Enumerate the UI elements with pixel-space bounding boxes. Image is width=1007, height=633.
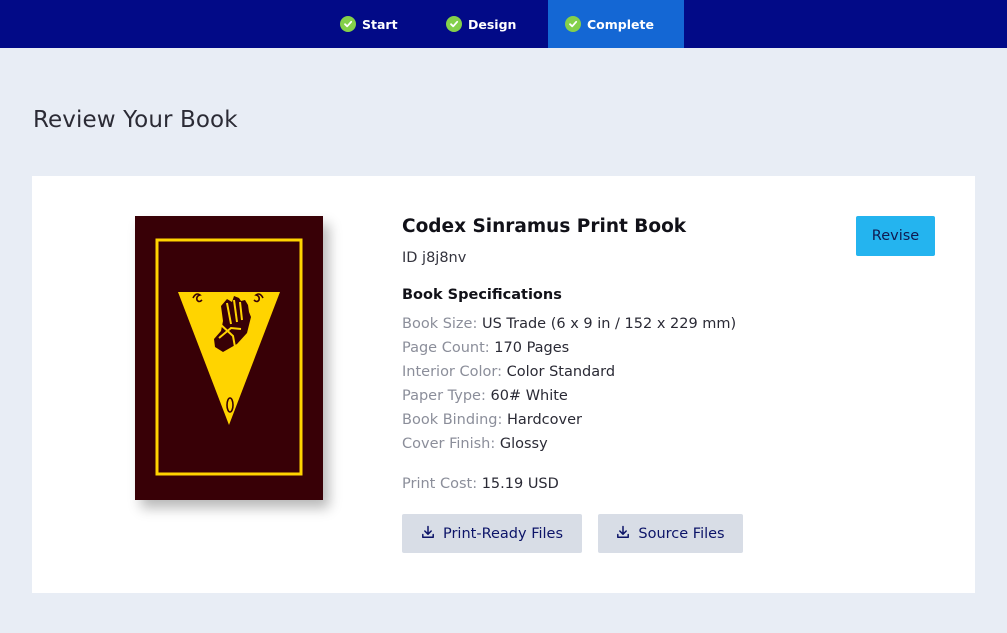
spec-label: Cover Finish:: [402, 436, 496, 452]
source-files-label: Source Files: [638, 525, 725, 542]
check-circle-icon: [340, 16, 356, 32]
spec-value: US Trade (6 x 9 in / 152 x 229 mm): [481, 316, 737, 332]
spec-cover-finish: Cover Finish: Glossy: [402, 436, 548, 452]
spec-value: Hardcover: [506, 412, 582, 428]
book-title: Codex Sinramus Print Book: [402, 216, 687, 237]
book-id: ID j8j8nv: [402, 250, 467, 266]
print-cost: Print Cost: 15.19 USD: [402, 476, 559, 492]
check-circle-icon: [565, 16, 581, 32]
print-cost-label: Print Cost:: [402, 476, 478, 492]
step-complete[interactable]: Complete: [548, 0, 684, 48]
print-ready-files-button[interactable]: Print-Ready Files: [402, 514, 582, 553]
spec-book-binding: Book Binding: Hardcover: [402, 412, 582, 428]
specs-heading: Book Specifications: [402, 287, 562, 303]
cover-artwork: [155, 238, 303, 476]
print-ready-files-label: Print-Ready Files: [442, 525, 564, 542]
spec-label: Interior Color:: [402, 364, 502, 380]
spec-value: 60# White: [490, 388, 568, 404]
spec-label: Book Binding:: [402, 412, 503, 428]
print-cost-value: 15.19 USD: [481, 476, 559, 492]
spec-book-size: Book Size: US Trade (6 x 9 in / 152 x 22…: [402, 316, 736, 332]
spec-page-count: Page Count: 170 Pages: [402, 340, 569, 356]
spec-paper-type: Paper Type: 60# White: [402, 388, 568, 404]
book-review-card: Codex Sinramus Print Book ID j8j8nv Book…: [32, 176, 975, 593]
step-label: Start: [362, 16, 398, 32]
revise-button[interactable]: Revise: [856, 216, 935, 256]
step-design[interactable]: Design: [446, 0, 516, 48]
check-circle-icon: [446, 16, 462, 32]
progress-stepper: Start Design Complete: [0, 0, 1007, 48]
spec-interior-color: Interior Color: Color Standard: [402, 364, 615, 380]
source-files-button[interactable]: Source Files: [598, 514, 743, 553]
step-start[interactable]: Start: [340, 0, 398, 48]
spec-label: Paper Type:: [402, 388, 486, 404]
spec-value: 170 Pages: [494, 340, 570, 356]
spec-value: Color Standard: [506, 364, 616, 380]
book-cover-image: [135, 216, 323, 500]
spec-value: Glossy: [499, 436, 548, 452]
download-icon: [421, 525, 435, 543]
download-icon: [616, 525, 630, 543]
step-label: Design: [468, 16, 517, 32]
spec-label: Book Size:: [402, 316, 478, 332]
spec-label: Page Count:: [402, 340, 490, 356]
page-title: Review Your Book: [33, 107, 238, 133]
step-label: Complete: [587, 16, 654, 32]
